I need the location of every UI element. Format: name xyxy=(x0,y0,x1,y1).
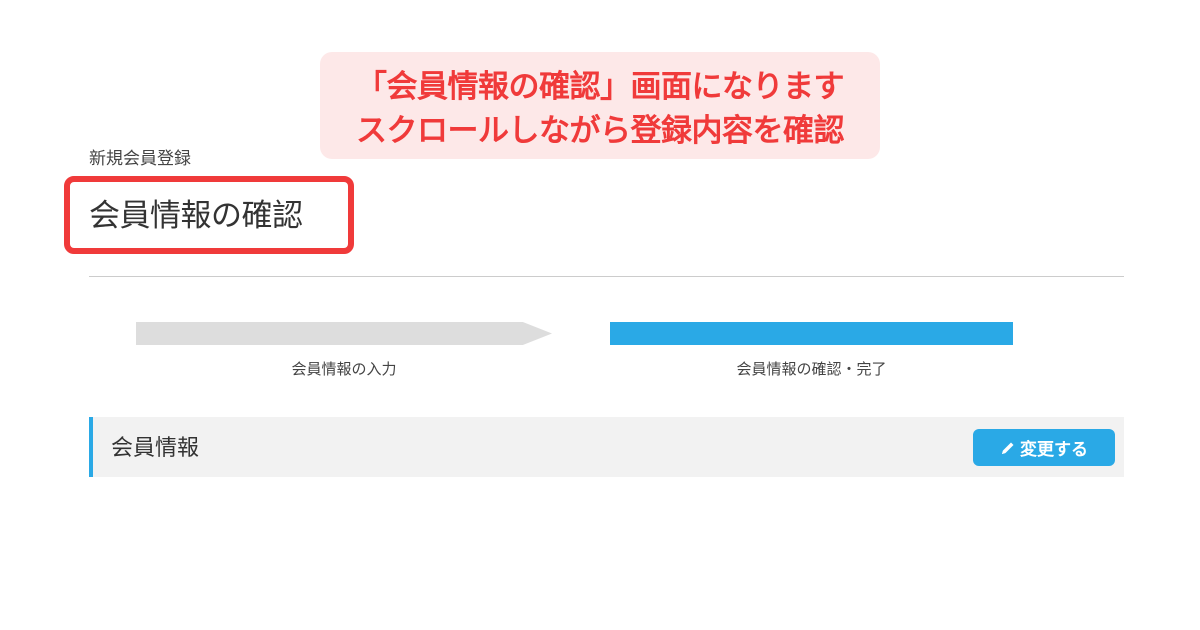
step-indicator-input xyxy=(136,322,552,345)
breadcrumb: 新規会員登録 xyxy=(89,149,191,169)
annotation-callout: 「会員情報の確認」画面になります スクロールしながら登録内容を確認 xyxy=(320,52,880,159)
edit-button-label: 変更する xyxy=(1020,440,1088,460)
callout-line-1: 「会員情報の確認」画面になります xyxy=(356,69,845,105)
divider xyxy=(89,276,1124,277)
section-title: 会員情報 xyxy=(111,436,200,461)
section-header-member-info: 会員情報 変更する xyxy=(89,417,1124,477)
step-label-input: 会員情報の入力 xyxy=(291,360,397,378)
pencil-icon xyxy=(1000,440,1016,456)
step-indicator-confirm xyxy=(610,322,1013,345)
edit-button[interactable]: 変更する xyxy=(973,429,1115,466)
step-label-confirm: 会員情報の確認・完了 xyxy=(736,360,887,378)
callout-line-2: スクロールしながら登録内容を確認 xyxy=(356,113,845,149)
page: 「会員情報の確認」画面になります スクロールしながら登録内容を確認 新規会員登録… xyxy=(0,0,1200,630)
page-title: 会員情報の確認 xyxy=(89,198,303,234)
section-accent-bar xyxy=(89,417,93,477)
